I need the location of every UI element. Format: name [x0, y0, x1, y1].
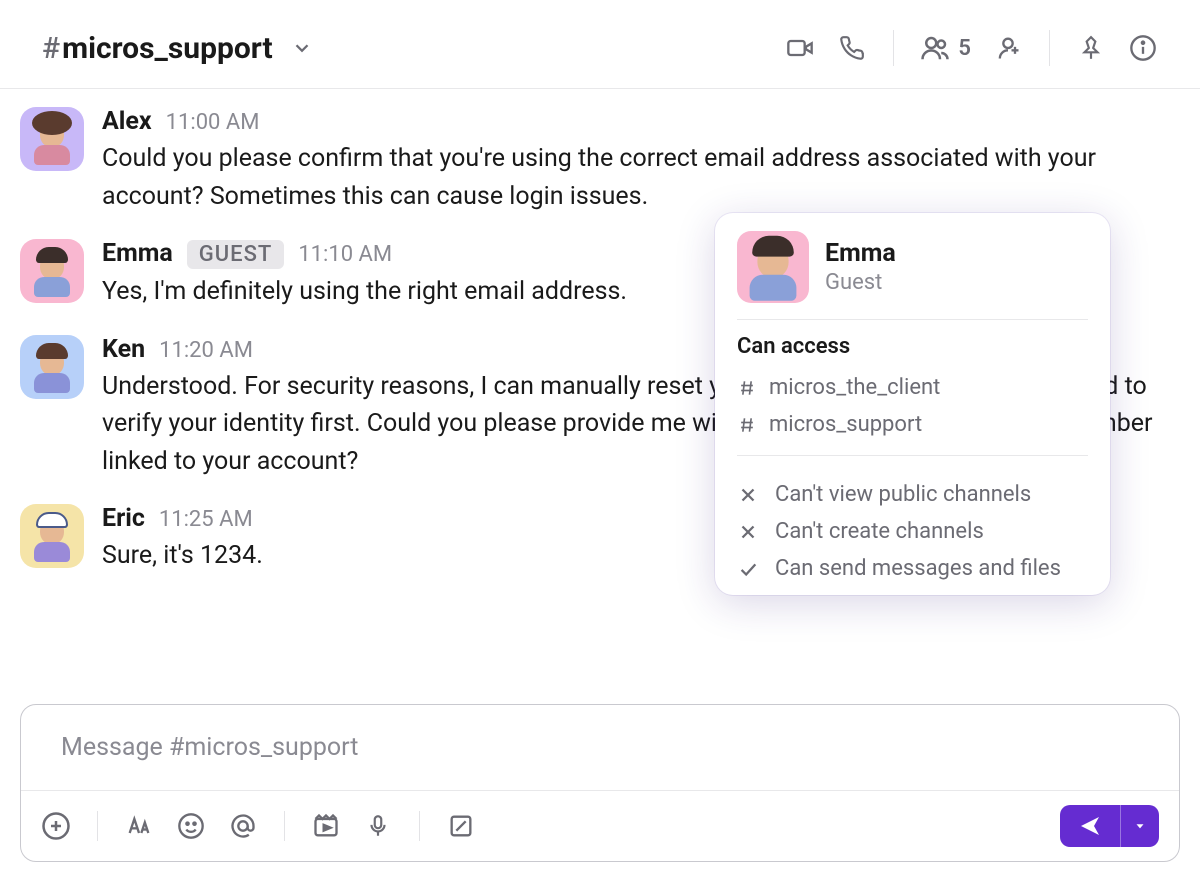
members-button[interactable]: 5	[920, 33, 971, 63]
add-person-icon	[994, 34, 1022, 62]
channel-header: #micros_support 5	[0, 0, 1200, 89]
message-author[interactable]: Emma	[102, 239, 173, 268]
edit-box-button[interactable]	[446, 811, 476, 841]
message-time: 11:10 AM	[298, 242, 392, 267]
mention-icon	[229, 812, 257, 840]
composer-toolbar	[21, 790, 1179, 861]
add-person-button[interactable]	[993, 33, 1023, 63]
people-icon	[920, 33, 950, 63]
message-input[interactable]: Message #micros_support	[21, 705, 1179, 790]
message-body: Alex 11:00 AM Could you please confirm t…	[102, 107, 1158, 215]
permission-label: Can send messages and files	[775, 556, 1061, 581]
avatar[interactable]	[20, 335, 84, 399]
attach-button[interactable]	[41, 811, 71, 841]
permission-label: Can't view public channels	[775, 482, 1031, 507]
caret-down-icon	[1133, 819, 1147, 833]
popover-user-role: Guest	[825, 270, 896, 295]
x-icon	[737, 484, 759, 506]
avatar[interactable]	[20, 107, 84, 171]
mention-button[interactable]	[228, 811, 258, 841]
popover-channel-link[interactable]: micros_support	[715, 406, 1110, 443]
video-icon	[786, 34, 814, 62]
user-profile-popover: Emma Guest Can access micros_the_client …	[715, 213, 1110, 595]
x-icon	[737, 521, 759, 543]
emoji-button[interactable]	[176, 811, 206, 841]
popover-channel-name: micros_support	[769, 412, 922, 437]
popover-access-title: Can access	[715, 334, 1110, 369]
composer-tools-left	[41, 811, 476, 841]
info-icon	[1129, 34, 1157, 62]
popover-channel-name: micros_the_client	[769, 375, 940, 400]
avatar[interactable]	[20, 504, 84, 568]
popover-user-name: Emma	[825, 239, 896, 268]
channel-title-button[interactable]: #micros_support	[42, 31, 313, 66]
emoji-icon	[177, 812, 205, 840]
avatar[interactable]	[20, 239, 84, 303]
message-time: 11:00 AM	[166, 110, 260, 135]
check-icon	[737, 558, 759, 580]
separator	[419, 811, 420, 841]
edit-box-icon	[447, 812, 475, 840]
separator	[737, 455, 1088, 456]
composer-wrap: Message #micros_support	[0, 704, 1200, 882]
message-author[interactable]: Ken	[102, 335, 145, 364]
hash-icon	[737, 378, 757, 398]
channel-name: #micros_support	[42, 31, 273, 66]
separator	[1049, 30, 1050, 66]
message-text: Could you please confirm that you're usi…	[102, 140, 1158, 215]
popover-header: Emma Guest	[715, 231, 1110, 319]
message-time: 11:25 AM	[159, 507, 253, 532]
hash-icon	[737, 415, 757, 435]
popover-permissions: Can't view public channels Can't create …	[715, 470, 1110, 581]
separator	[737, 319, 1088, 320]
chevron-down-icon	[291, 37, 313, 59]
send-button-group	[1060, 805, 1159, 847]
separator	[97, 811, 98, 841]
send-button[interactable]	[1060, 805, 1120, 847]
video-call-button[interactable]	[785, 33, 815, 63]
format-button[interactable]	[124, 811, 154, 841]
popover-channel-link[interactable]: micros_the_client	[715, 369, 1110, 406]
header-actions: 5	[785, 30, 1158, 66]
app-frame: #micros_support 5	[0, 0, 1200, 882]
separator	[284, 811, 285, 841]
permission-row: Can send messages and files	[737, 556, 1088, 581]
separator	[893, 30, 894, 66]
hash-icon: #	[42, 31, 60, 66]
pin-button[interactable]	[1076, 33, 1106, 63]
permission-label: Can't create channels	[775, 519, 984, 544]
phone-call-button[interactable]	[837, 33, 867, 63]
phone-icon	[839, 35, 865, 61]
message-author[interactable]: Eric	[102, 504, 145, 533]
message-author[interactable]: Alex	[102, 107, 152, 136]
mic-button[interactable]	[363, 811, 393, 841]
permission-row: Can't view public channels	[737, 482, 1088, 507]
permission-row: Can't create channels	[737, 519, 1088, 544]
text-format-icon	[125, 812, 153, 840]
mic-icon	[365, 813, 391, 839]
video-clip-button[interactable]	[311, 811, 341, 841]
message-time: 11:20 AM	[159, 338, 253, 363]
pin-icon	[1078, 35, 1104, 61]
send-options-button[interactable]	[1120, 805, 1159, 847]
plus-circle-icon	[41, 811, 71, 841]
video-clip-icon	[312, 812, 340, 840]
popover-avatar[interactable]	[737, 231, 809, 303]
message-row: Alex 11:00 AM Could you please confirm t…	[20, 103, 1158, 219]
send-icon	[1078, 814, 1102, 838]
guest-badge: GUEST	[187, 240, 285, 269]
member-count: 5	[958, 36, 971, 61]
info-button[interactable]	[1128, 33, 1158, 63]
message-composer: Message #micros_support	[20, 704, 1180, 862]
